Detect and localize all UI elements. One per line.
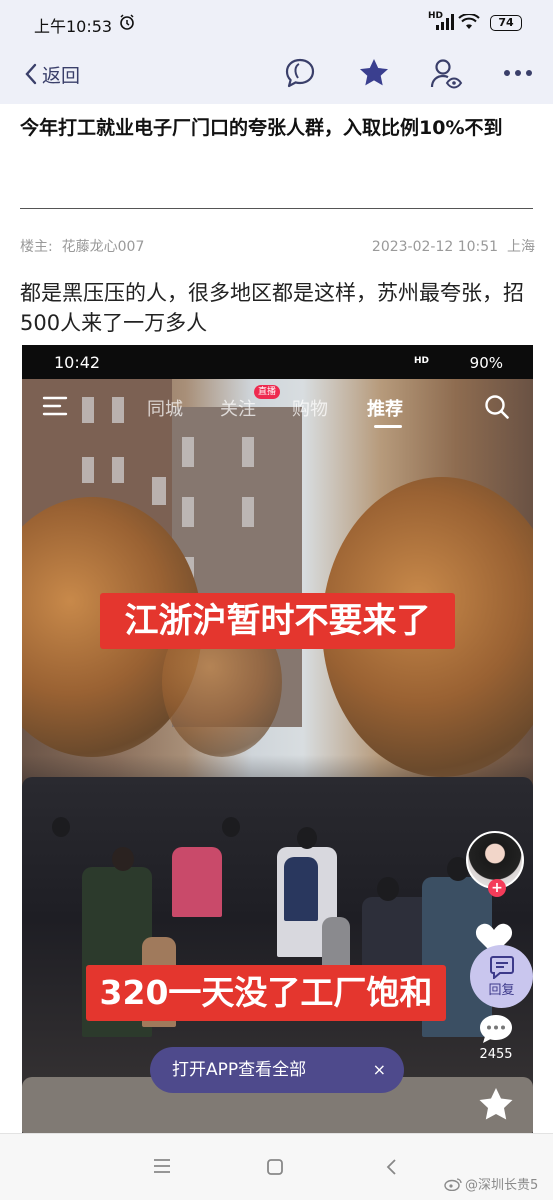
person-head: [377, 877, 399, 901]
tab-guanzhu[interactable]: 关注: [220, 395, 256, 421]
building-window: [82, 457, 94, 483]
author-label: 楼主:: [20, 239, 53, 255]
tab-tongcheng[interactable]: 同城: [147, 395, 183, 421]
tab-gouwu[interactable]: 购物: [292, 395, 328, 421]
backpack: [172, 847, 222, 917]
post-datetime-location: 2023-02-12 10:51 上海: [372, 236, 535, 256]
embedded-battery-label: 90%: [469, 354, 503, 372]
reply-label: 回复: [488, 983, 515, 998]
reply-icon: [489, 955, 515, 983]
person-head: [222, 817, 240, 837]
open-app-label: 打开APP查看全部: [172, 1060, 307, 1080]
menu-nav-icon[interactable]: [152, 1158, 172, 1178]
battery-indicator: 74: [490, 15, 522, 31]
building-window: [182, 437, 194, 467]
weibo-icon: [444, 1177, 462, 1191]
status-time: 上午10:53: [34, 17, 113, 36]
chevron-left-icon: [25, 63, 37, 85]
embedded-status-bar: 10:42 HD 90%: [22, 345, 533, 379]
search-icon[interactable]: [483, 393, 511, 425]
star-icon[interactable]: [356, 55, 392, 91]
author-name: 花藤龙心007: [61, 239, 145, 255]
comment-icon[interactable]: [478, 1013, 514, 1049]
video-caption-bottom: 320一天没了工厂饱和: [86, 965, 446, 1021]
comment-bubble-icon[interactable]: [282, 55, 318, 91]
embedded-status-time: 10:42: [54, 353, 101, 372]
tab-tuijian[interactable]: 推荐: [367, 395, 403, 421]
comment-count: 2455: [479, 1047, 513, 1062]
app-header: 返回: [0, 44, 553, 104]
embedded-video-screenshot[interactable]: 10:42 HD 90% 同城 关注 直播 购物 推荐 江浙沪暂时不要来了 32…: [22, 345, 533, 1133]
backpack: [284, 857, 318, 921]
watermark: @深圳长贵5: [444, 1174, 538, 1193]
person-head: [52, 817, 70, 837]
live-badge: 直播: [254, 385, 281, 399]
article-title: 今年打工就业电子厂门口的夸张人群，入取比例10%不到: [20, 117, 503, 139]
title-divider: [20, 208, 533, 209]
post-meta: 楼主: 花藤龙心007 2023-02-12 10:51 上海: [20, 236, 535, 256]
back-nav-icon[interactable]: [384, 1158, 398, 1180]
close-banner-button[interactable]: ×: [373, 1047, 386, 1093]
reply-button[interactable]: 回复: [470, 945, 533, 1008]
post-datetime: 2023-02-12 10:51: [371, 239, 499, 255]
favorite-star-icon[interactable]: [478, 1087, 514, 1125]
back-label: 返回: [42, 64, 81, 87]
video-caption-top: 江浙沪暂时不要来了: [100, 593, 455, 649]
active-tab-indicator: [374, 425, 402, 428]
author-info[interactable]: 楼主: 花藤龙心007: [20, 236, 144, 256]
open-app-button[interactable]: 打开APP查看全部 ×: [150, 1047, 404, 1093]
more-icon[interactable]: [500, 55, 536, 91]
building-window: [242, 437, 254, 467]
embedded-network-label: HD: [414, 356, 430, 366]
user-eye-icon[interactable]: [428, 55, 464, 91]
person-head: [297, 827, 317, 849]
phone-status-bar: 上午10:53 HD 74: [0, 0, 553, 44]
embedded-tab-bar: 同城 关注 直播 购物 推荐: [22, 385, 533, 429]
signal-icon: [436, 14, 454, 34]
building-window: [112, 457, 124, 483]
alarm-icon: [118, 13, 136, 35]
person-head: [112, 847, 134, 871]
building-window: [242, 497, 254, 527]
back-button[interactable]: 返回: [24, 60, 80, 88]
follow-plus-icon[interactable]: +: [488, 879, 506, 897]
menu-icon[interactable]: [42, 395, 68, 421]
wifi-icon: [458, 13, 480, 34]
post-location: 上海: [507, 239, 535, 255]
watermark-text: @深圳长贵5: [465, 1178, 539, 1193]
creator-avatar[interactable]: +: [466, 831, 524, 897]
home-nav-icon[interactable]: [266, 1158, 284, 1180]
building-window: [152, 477, 166, 505]
building-window: [182, 497, 194, 527]
post-body: 都是黑压压的人，很多地区都是这样，苏州最夸张，招500人来了一万多人: [20, 281, 524, 335]
